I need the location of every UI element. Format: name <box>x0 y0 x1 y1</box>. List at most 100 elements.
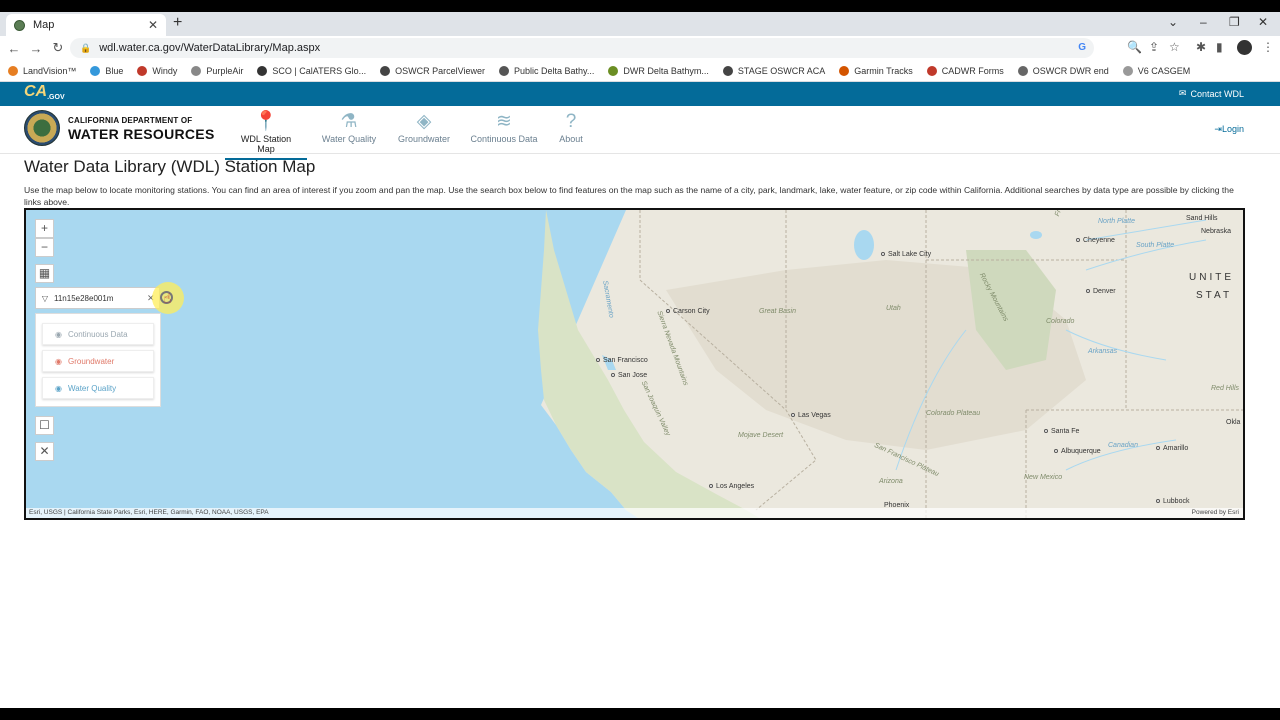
bookmark-favicon-icon <box>722 65 733 76</box>
region-label: Okla <box>1226 419 1241 426</box>
bookmark-item[interactable]: PurpleAir <box>191 65 243 76</box>
terrain-label: New Mexico <box>1024 474 1063 481</box>
city-label: Albuquerque <box>1054 448 1101 455</box>
terrain-label: Red Hills <box>1211 385 1240 392</box>
groundwater-icon: ◈ <box>416 111 432 132</box>
browser-window: Map ✕ + ⌄ – ❐ ✕ ← → ↻ 🔒 wdl.water.ca.gov… <box>0 12 1280 708</box>
extensions-icon[interactable]: ✱ <box>1196 40 1206 54</box>
bookmark-item[interactable]: STAGE OSWCR ACA <box>722 65 825 76</box>
bookmarks-bar: LandVision™ Blue Windy PurpleAir SCO | CalAT… <box>0 60 1280 82</box>
tab-strip: Map ✕ + ⌄ – ❐ ✕ <box>0 12 1280 36</box>
search-button[interactable]: ☝ <box>152 282 184 314</box>
region-label: Sand Hills <box>1186 215 1218 222</box>
map-attribution: Esri, USGS | California State Parks, Esr… <box>26 508 1243 518</box>
back-icon[interactable]: ← <box>3 41 25 56</box>
page-intro: Use the map below to locate monitoring s… <box>24 185 1234 207</box>
city-label: Denver <box>1086 288 1116 295</box>
restore-icon[interactable]: ❐ <box>1229 15 1240 29</box>
select-box-button[interactable]: ☐ <box>35 416 54 435</box>
address-bar-row: ← → ↻ 🔒 wdl.water.ca.gov/WaterDataLibrar… <box>0 36 1280 60</box>
bookmark-item[interactable]: V6 CASGEM <box>1122 65 1190 76</box>
url-input[interactable]: 🔒 wdl.water.ca.gov/WaterDataLibrary/Map.… <box>70 38 1094 58</box>
bookmark-item[interactable]: Windy <box>137 65 177 76</box>
site-header: CALIFORNIA DEPARTMENT OF WATER RESOURCES… <box>0 106 1280 160</box>
bookmark-favicon-icon <box>380 65 391 76</box>
lock-icon: 🔒 <box>80 42 92 53</box>
dwr-seal-logo[interactable] <box>24 110 60 146</box>
nav-wdl-station-map[interactable]: 📍 WDL Station Map <box>225 110 307 160</box>
clear-selection-button[interactable]: ✕ <box>35 442 54 461</box>
bookmark-item[interactable]: Blue <box>90 65 123 76</box>
tab-title: Map <box>33 19 55 31</box>
layer-water-quality[interactable]: ◉ Water Quality <box>42 377 154 399</box>
nav-continuous-data[interactable]: ≋ Continuous Data <box>470 110 538 144</box>
zoom-out-button[interactable]: − <box>35 238 54 257</box>
city-label: San Francisco <box>596 357 648 364</box>
page-title: Water Data Library (WDL) Station Map <box>24 157 316 176</box>
caret-down-icon[interactable]: ▽ <box>36 294 54 303</box>
login-icon: ⇥ <box>1214 124 1222 134</box>
search-input[interactable]: ▽ 11n15e28e001m ✕ <box>35 287 160 309</box>
star-icon[interactable]: ☆ <box>1169 40 1180 54</box>
google-icon[interactable]: G <box>1078 42 1086 53</box>
ca-gov-bar: CA.GOV ✉ Contact WDL <box>0 82 1280 106</box>
city-label: Amarillo <box>1156 445 1188 452</box>
terrain-label: Mojave Desert <box>738 432 784 439</box>
layer-groundwater[interactable]: ◉ Groundwater <box>42 350 154 372</box>
profile-avatar[interactable] <box>1237 40 1252 55</box>
layer-continuous-data[interactable]: ◉ Continuous Data <box>42 323 154 345</box>
flask-icon: ⚗ <box>340 111 358 132</box>
bookmark-item[interactable]: OSWCR ParcelViewer <box>380 65 485 76</box>
contact-link[interactable]: ✉ Contact WDL <box>1179 88 1244 99</box>
country-label: STAT <box>1196 290 1233 301</box>
bookmark-favicon-icon <box>1017 65 1028 76</box>
bookmark-item[interactable]: Garmin Tracks <box>839 65 913 76</box>
nav-water-quality[interactable]: ⚗ Water Quality <box>320 110 378 144</box>
bookmark-item[interactable]: SCO | CalATERS Glo... <box>257 65 366 76</box>
dept-name[interactable]: CALIFORNIA DEPARTMENT OF WATER RESOURCES <box>68 116 215 142</box>
bookmark-favicon-icon <box>608 65 619 76</box>
map-pin-icon: 📍 <box>254 111 278 132</box>
river-label: Canadian <box>1108 442 1138 449</box>
nav-groundwater[interactable]: ◈ Groundwater <box>396 110 452 144</box>
close-tab-icon[interactable]: ✕ <box>148 18 158 32</box>
handshake-icon: ✉ <box>1178 88 1187 98</box>
eye-icon[interactable]: ◉ <box>55 330 62 339</box>
waves-icon: ≋ <box>496 111 512 132</box>
bookmark-item[interactable]: CADWR Forms <box>926 65 1004 76</box>
eye-icon[interactable]: ◉ <box>55 384 62 393</box>
basemap-gallery-icon[interactable]: ▦ <box>35 264 54 283</box>
lake <box>1030 231 1042 239</box>
city-label: Cheyenne <box>1076 237 1115 244</box>
close-window-icon[interactable]: ✕ <box>1258 15 1268 29</box>
new-tab-icon[interactable]: + <box>173 14 182 32</box>
share-icon[interactable]: ⇪ <box>1149 40 1159 54</box>
forward-icon[interactable]: → <box>25 41 47 56</box>
nav-about[interactable]: ? About <box>556 110 586 144</box>
powered-by-esri[interactable]: Powered by Esri <box>1192 508 1239 518</box>
sidepanel-icon[interactable]: ▮ <box>1216 40 1223 54</box>
bookmark-favicon-icon <box>839 65 850 76</box>
menu-icon[interactable]: ⋮ <box>1262 40 1274 54</box>
bookmark-item[interactable]: Public Delta Bathy... <box>498 65 594 76</box>
station-map[interactable]: Salt Lake City Cheyenne Denver Carson Ci… <box>24 208 1245 520</box>
bookmark-item[interactable]: OSWCR DWR end <box>1017 65 1109 76</box>
reload-icon[interactable]: ↻ <box>47 40 69 56</box>
bookmark-item[interactable]: LandVision™ <box>8 65 76 76</box>
minimize-icon[interactable]: – <box>1200 15 1207 29</box>
ca-gov-logo[interactable]: CA.GOV <box>24 83 65 101</box>
chevron-down-icon[interactable]: ⌄ <box>1168 15 1178 29</box>
login-link[interactable]: ⇥Login <box>1214 124 1244 135</box>
zoom-icon[interactable]: 🔍 <box>1127 40 1142 54</box>
browser-tab[interactable]: Map ✕ <box>6 14 166 36</box>
terrain-label: Great Basin <box>759 308 796 315</box>
favicon-icon <box>14 19 25 31</box>
city-label: Lubbock <box>1156 498 1189 505</box>
zoom-in-button[interactable]: + <box>35 219 54 238</box>
bookmark-favicon-icon <box>137 65 148 76</box>
map-basemap <box>538 210 1243 518</box>
eye-icon[interactable]: ◉ <box>55 357 62 366</box>
river-label: Arkansas <box>1088 348 1118 355</box>
terrain-label: Colorado <box>1046 318 1075 325</box>
bookmark-item[interactable]: DWR Delta Bathym... <box>608 65 709 76</box>
